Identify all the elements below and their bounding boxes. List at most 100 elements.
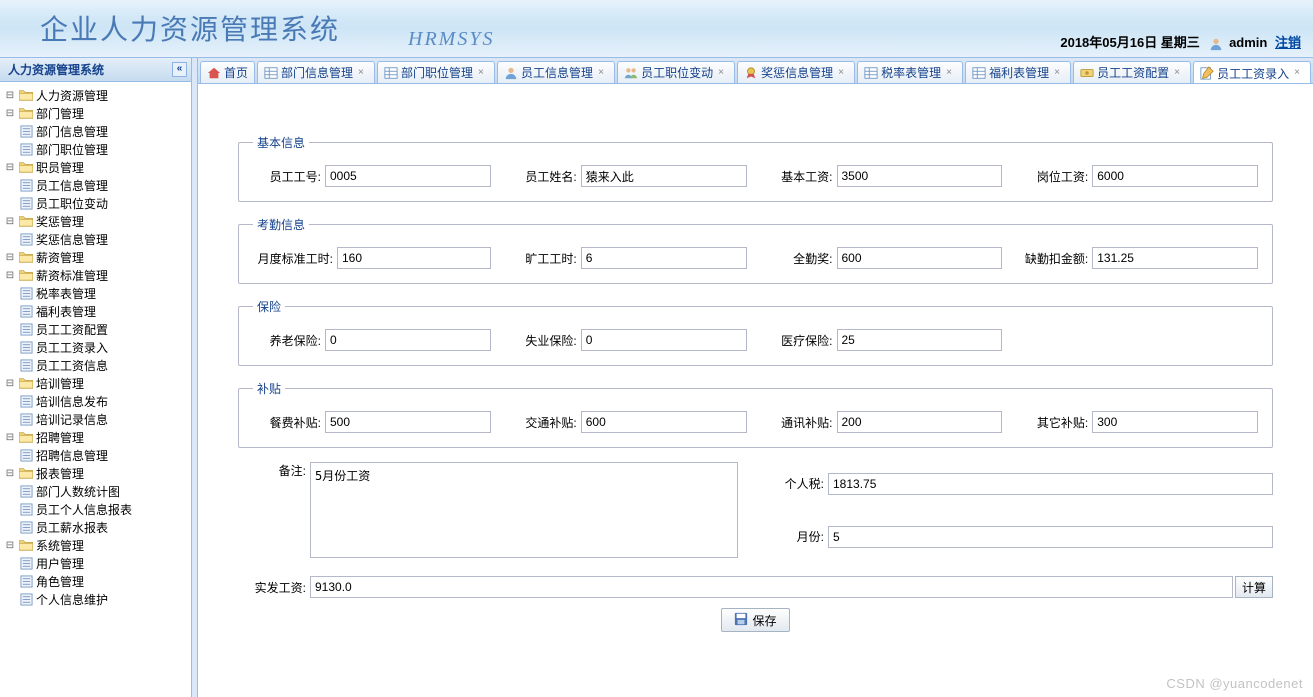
meal-input[interactable] [325, 411, 491, 433]
money-icon [1080, 66, 1094, 80]
calc-button[interactable]: 计算 [1235, 576, 1273, 598]
tree-leaf[interactable]: 部门人数统计图 [0, 482, 191, 500]
month-input[interactable] [828, 526, 1273, 548]
tree-toggle-icon[interactable]: ⊟ [4, 252, 16, 263]
tree-leaf[interactable]: 员工工资配置 [0, 320, 191, 338]
tab-label: 税率表管理 [881, 64, 941, 81]
pension-input[interactable] [325, 329, 491, 351]
tree-toggle-icon[interactable]: ⊟ [4, 216, 16, 227]
tree-toggle-icon[interactable]: ⊟ [4, 540, 16, 551]
tree-folder[interactable]: ⊟薪资管理 [0, 248, 191, 266]
tree-leaf[interactable]: 员工薪水报表 [0, 518, 191, 536]
absent-deduct-input[interactable] [1092, 247, 1258, 269]
tree-leaf[interactable]: 员工工资录入 [0, 338, 191, 356]
tree-toggle-icon[interactable]: ⊟ [4, 378, 16, 389]
logout-link[interactable]: 注销 [1275, 35, 1301, 50]
tree-toggle-icon[interactable]: ⊟ [4, 468, 16, 479]
grid-icon [972, 66, 986, 80]
document-icon [18, 231, 34, 247]
emp-no-input[interactable] [325, 165, 491, 187]
tree-folder[interactable]: ⊟薪资标准管理 [0, 266, 191, 284]
base-salary-input[interactable] [837, 165, 1003, 187]
tab-close-icon[interactable]: × [478, 68, 488, 78]
folder-open-icon [18, 375, 34, 391]
sidebar: 人力资源管理系统 « ⊟人力资源管理⊟部门管理部门信息管理部门职位管理⊟职员管理… [0, 58, 192, 697]
tab-label: 员工工资录入 [1217, 65, 1289, 82]
tab-close-icon[interactable]: × [838, 68, 848, 78]
tree-toggle-icon[interactable]: ⊟ [4, 162, 16, 173]
traffic-input[interactable] [581, 411, 747, 433]
save-button[interactable]: 保存 [721, 608, 789, 632]
tree-toggle-icon[interactable]: ⊟ [4, 90, 16, 101]
tree-leaf[interactable]: 员工工资信息 [0, 356, 191, 374]
emp-name-input[interactable] [581, 165, 747, 187]
tree-leaf[interactable]: 奖惩信息管理 [0, 230, 191, 248]
tab-部门职位管理[interactable]: 部门职位管理× [377, 61, 495, 83]
tree-folder[interactable]: ⊟人力资源管理 [0, 86, 191, 104]
std-hours-input[interactable] [337, 247, 491, 269]
tree-leaf[interactable]: 税率表管理 [0, 284, 191, 302]
tab-税率表管理[interactable]: 税率表管理 × [857, 61, 963, 83]
tab-员工工资录入[interactable]: 员工工资录入 × [1193, 61, 1311, 84]
edit-icon [1200, 66, 1214, 80]
other-input[interactable] [1092, 411, 1258, 433]
comm-label: 通讯补贴: [765, 414, 837, 431]
tab-close-icon[interactable]: × [358, 68, 368, 78]
tree-folder[interactable]: ⊟职员管理 [0, 158, 191, 176]
tree-leaf[interactable]: 部门职位管理 [0, 140, 191, 158]
tree-folder[interactable]: ⊟系统管理 [0, 536, 191, 554]
tab-首页[interactable]: 首页 [200, 61, 255, 83]
remark-input[interactable] [310, 462, 738, 558]
tab-福利表管理[interactable]: 福利表管理 × [965, 61, 1071, 83]
tree-leaf[interactable]: 部门信息管理 [0, 122, 191, 140]
emp-no-label: 员工工号: [253, 168, 325, 185]
tree-label: 员工薪水报表 [36, 519, 108, 536]
tree-leaf[interactable]: 员工个人信息报表 [0, 500, 191, 518]
comm-input[interactable] [837, 411, 1003, 433]
tab-close-icon[interactable]: × [1174, 68, 1184, 78]
document-icon [18, 339, 34, 355]
tree-label: 部门管理 [36, 105, 84, 122]
tree-toggle-icon[interactable]: ⊟ [4, 432, 16, 443]
tree-leaf[interactable]: 福利表管理 [0, 302, 191, 320]
tree-leaf[interactable]: 用户管理 [0, 554, 191, 572]
tree-toggle-icon[interactable]: ⊟ [4, 270, 16, 281]
tree-leaf[interactable]: 培训信息发布 [0, 392, 191, 410]
tree-folder[interactable]: ⊟奖惩管理 [0, 212, 191, 230]
document-icon [18, 357, 34, 373]
tab-员工工资配置[interactable]: 员工工资配置× [1073, 61, 1191, 83]
unemploy-input[interactable] [581, 329, 747, 351]
tree-toggle-icon[interactable]: ⊟ [4, 108, 16, 119]
tab-close-icon[interactable]: × [598, 68, 608, 78]
medical-input[interactable] [837, 329, 1003, 351]
full-bonus-label: 全勤奖: [765, 250, 837, 267]
tree-leaf[interactable]: 员工职位变动 [0, 194, 191, 212]
tree-leaf[interactable]: 招聘信息管理 [0, 446, 191, 464]
full-bonus-input[interactable] [837, 247, 1003, 269]
tab-奖惩信息管理[interactable]: 奖惩信息管理× [737, 61, 855, 83]
tree-folder[interactable]: ⊟ 部门管理 [0, 104, 191, 122]
tree-folder[interactable]: ⊟招聘管理 [0, 428, 191, 446]
tab-label: 福利表管理 [989, 64, 1049, 81]
tab-员工信息管理[interactable]: 员工信息管理× [497, 61, 615, 83]
tab-close-icon[interactable]: × [946, 68, 956, 78]
net-input[interactable] [310, 576, 1233, 598]
tree-folder[interactable]: ⊟报表管理 [0, 464, 191, 482]
tree-leaf[interactable]: 培训记录信息 [0, 410, 191, 428]
tree-leaf[interactable]: 角色管理 [0, 572, 191, 590]
sidebar-collapse-button[interactable]: « [172, 62, 187, 77]
tab-close-icon[interactable]: × [1054, 68, 1064, 78]
tab-close-icon[interactable]: × [718, 68, 728, 78]
post-salary-input[interactable] [1092, 165, 1258, 187]
tree-folder[interactable]: ⊟培训管理 [0, 374, 191, 392]
tax-input[interactable] [828, 473, 1273, 495]
absent-hours-input[interactable] [581, 247, 747, 269]
tree-label: 员工职位变动 [36, 195, 108, 212]
tab-部门信息管理[interactable]: 部门信息管理× [257, 61, 375, 83]
tab-close-icon[interactable]: × [1294, 68, 1304, 78]
tree-leaf[interactable]: 个人信息维护 [0, 590, 191, 608]
sidebar-title: 人力资源管理系统 « [0, 58, 191, 82]
tree-leaf[interactable]: 员工信息管理 [0, 176, 191, 194]
tab-员工职位变动[interactable]: 员工职位变动× [617, 61, 735, 83]
document-icon [18, 195, 34, 211]
